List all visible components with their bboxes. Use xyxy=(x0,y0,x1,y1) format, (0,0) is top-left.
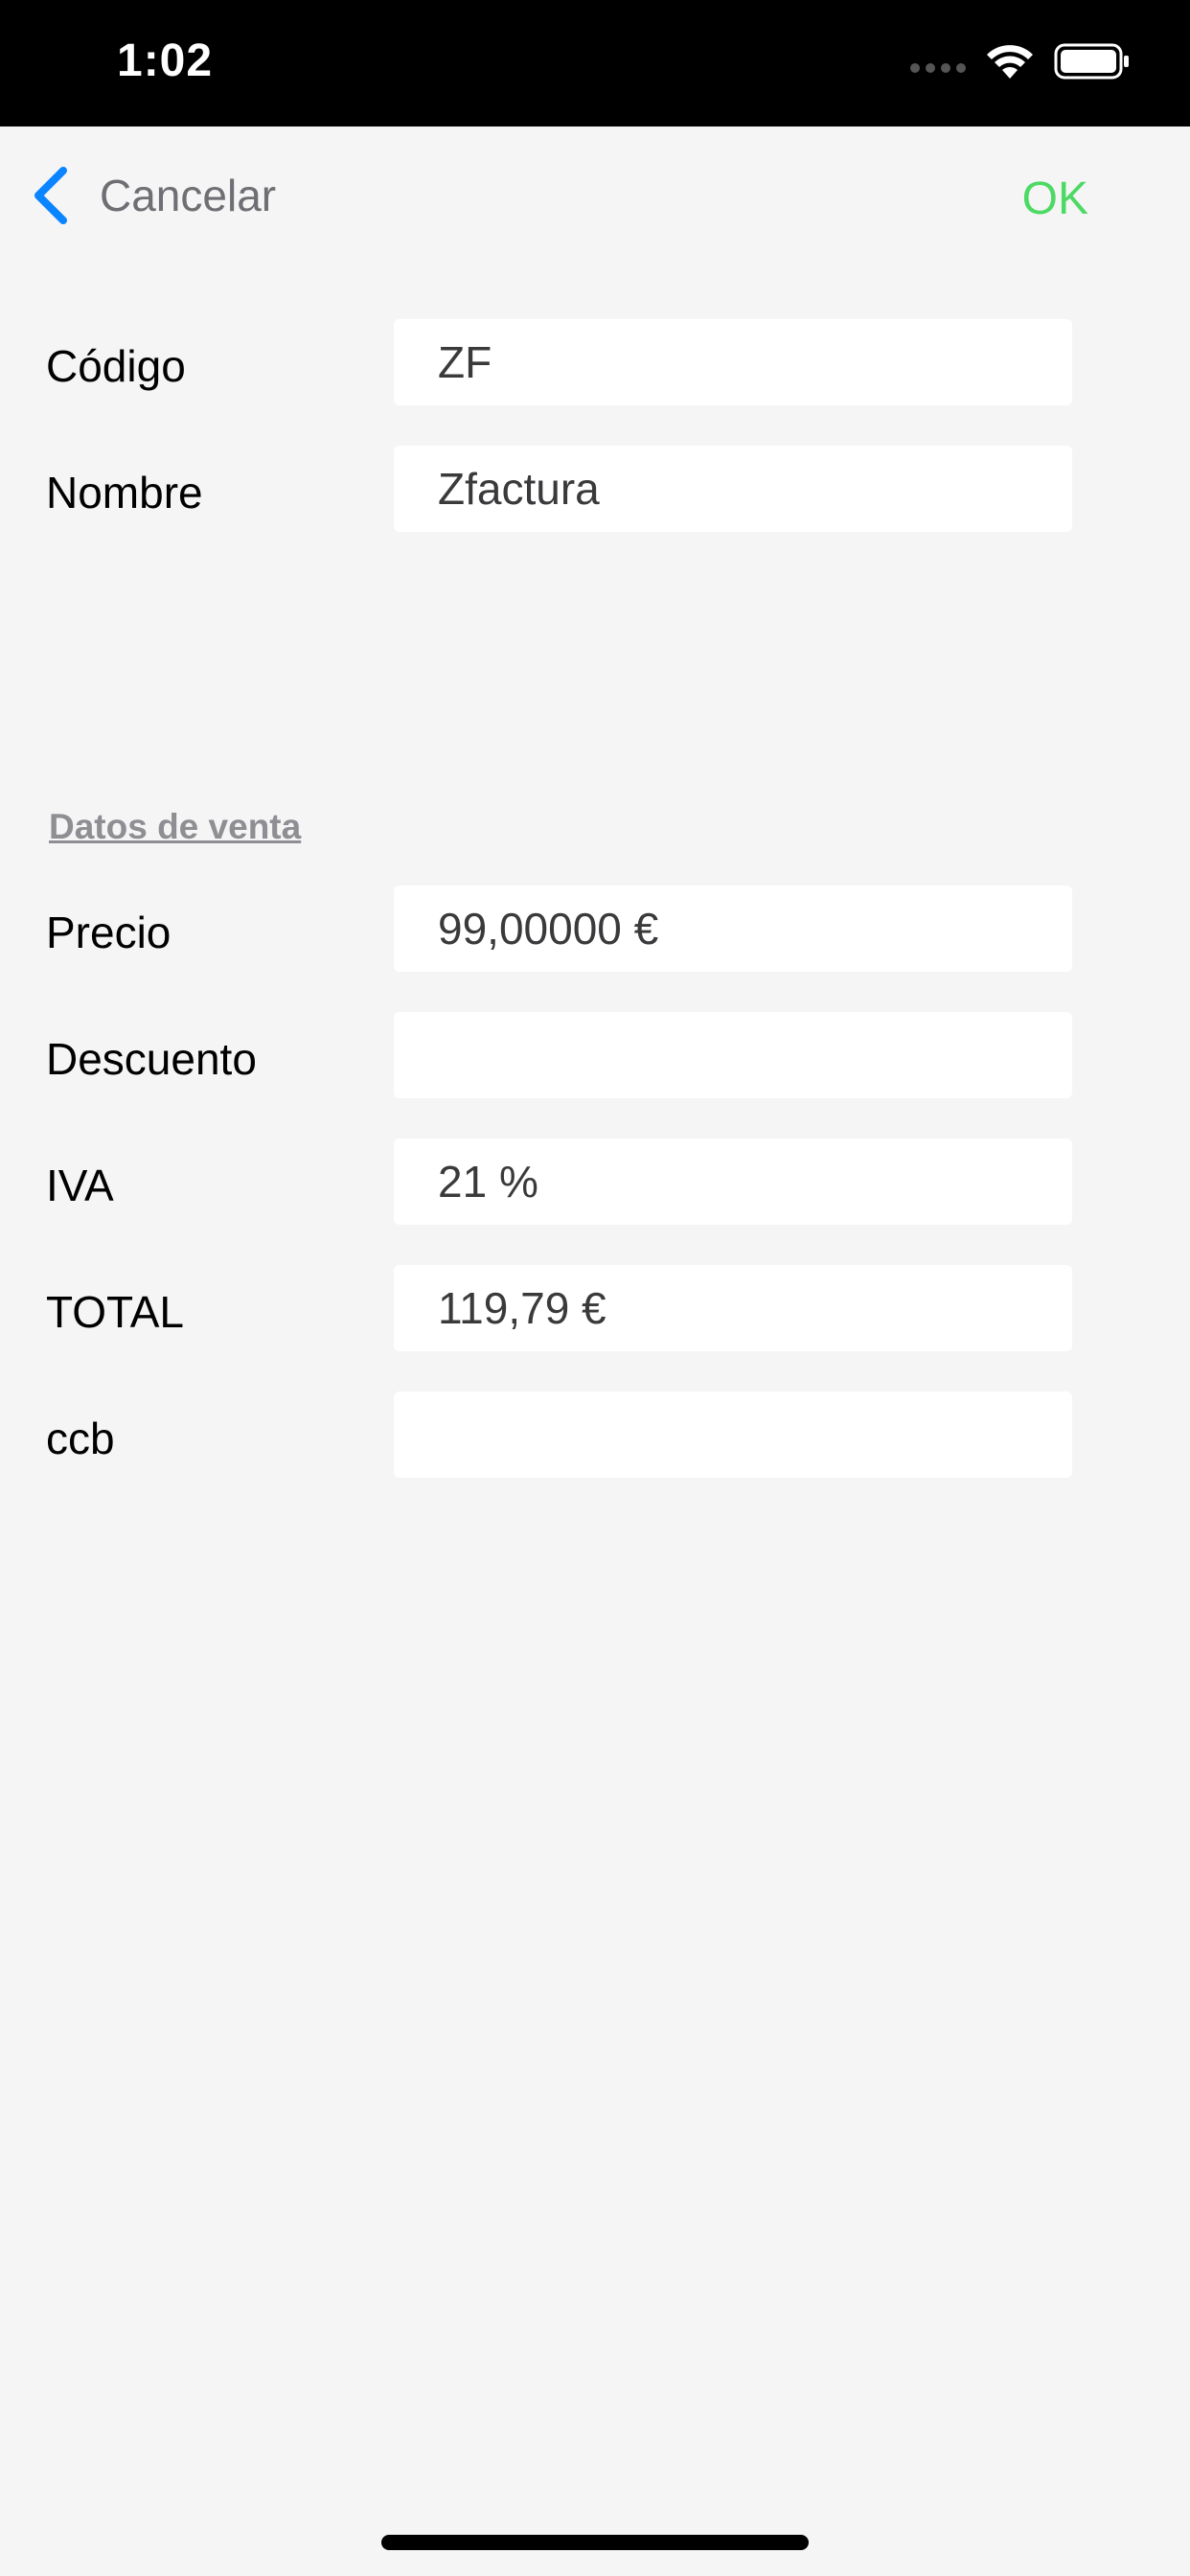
status-icons xyxy=(910,42,1131,80)
home-indicator[interactable] xyxy=(381,2535,809,2550)
total-label: TOTAL xyxy=(46,1287,184,1337)
precio-label: Precio xyxy=(46,908,172,957)
nombre-label: Nombre xyxy=(46,468,203,518)
form-row-descuento: Descuento xyxy=(0,1012,1190,1098)
iva-label: IVA xyxy=(46,1161,114,1210)
form-row-iva: IVA 21 % xyxy=(0,1138,1190,1225)
form-row-total: TOTAL 119,79 € xyxy=(0,1265,1190,1351)
nombre-field[interactable]: Zfactura xyxy=(394,446,1072,532)
ccb-field[interactable] xyxy=(394,1392,1072,1478)
form-row-ccb: ccb xyxy=(0,1392,1190,1478)
section-title-datos-de-venta: Datos de venta xyxy=(49,807,302,846)
cancel-label: Cancelar xyxy=(100,171,277,220)
precio-field[interactable]: 99,00000 € xyxy=(394,886,1072,972)
iva-field[interactable]: 21 % xyxy=(394,1138,1072,1225)
cancel-button[interactable]: Cancelar xyxy=(29,165,276,226)
form-row-precio: Precio 99,00000 € xyxy=(0,886,1190,972)
codigo-field[interactable]: ZF xyxy=(394,319,1072,405)
descuento-field[interactable] xyxy=(394,1012,1072,1098)
codigo-label: Código xyxy=(46,341,186,391)
descuento-label: Descuento xyxy=(46,1034,257,1084)
navigation-bar: Cancelar OK xyxy=(0,126,1190,270)
battery-icon xyxy=(1054,43,1129,80)
cellular-signal-icon xyxy=(910,63,966,73)
status-bar: 1:02 xyxy=(0,0,1190,126)
wifi-icon xyxy=(987,45,1033,79)
status-time: 1:02 xyxy=(117,35,214,86)
total-field[interactable]: 119,79 € xyxy=(394,1265,1072,1351)
ok-button[interactable]: OK xyxy=(1022,172,1088,225)
form-row-codigo: Código ZF xyxy=(0,319,1190,405)
chevron-left-icon xyxy=(34,167,67,224)
form-row-nombre: Nombre Zfactura xyxy=(0,446,1190,532)
ccb-label: ccb xyxy=(46,1414,115,1463)
